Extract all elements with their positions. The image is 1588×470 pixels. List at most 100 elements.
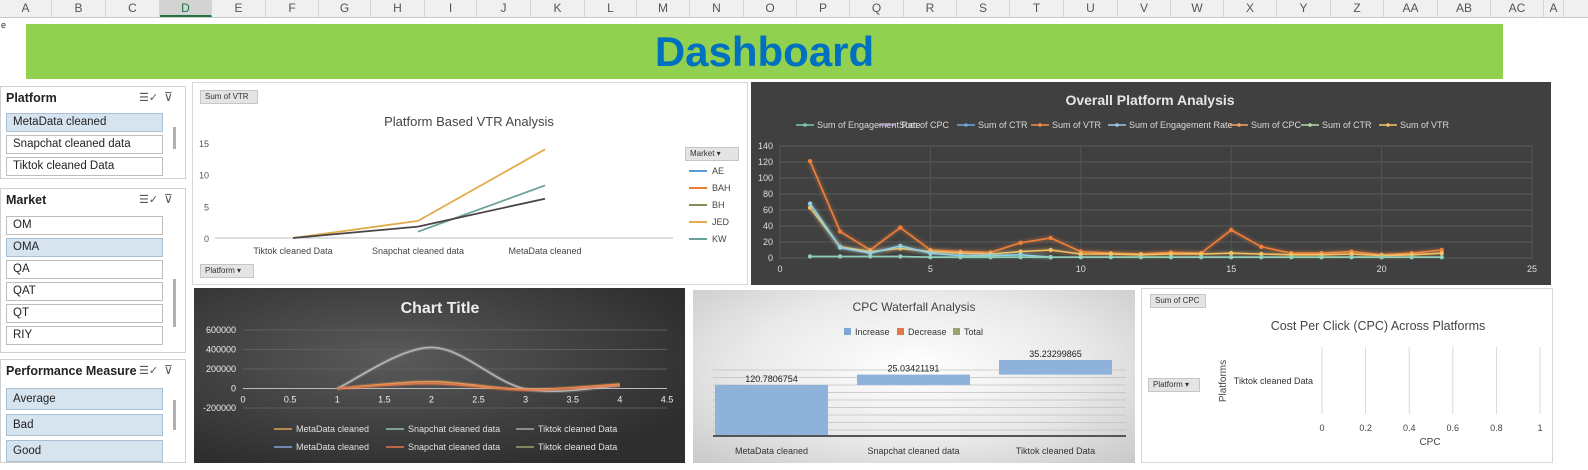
waterfall-chart: CPC Waterfall Analysis Increase Decrease To… xyxy=(713,300,1126,456)
slicer-scrollbar[interactable] xyxy=(173,400,176,430)
legend-label: Sum of VTR xyxy=(1052,120,1102,130)
legend-label: Sum of CTR xyxy=(1322,120,1372,130)
column-header-j[interactable]: J xyxy=(477,0,531,17)
legend-label: Increase xyxy=(855,327,890,337)
series-line xyxy=(810,255,1442,258)
x-tick-label: 3.5 xyxy=(567,395,580,405)
column-header-a[interactable]: A xyxy=(0,0,52,17)
slicer-item[interactable]: MetaData cleaned xyxy=(6,113,163,132)
series-point xyxy=(1259,244,1264,249)
column-header-y[interactable]: Y xyxy=(1277,0,1331,17)
x-tick-label: 20 xyxy=(1377,264,1387,274)
series-point xyxy=(1229,227,1234,233)
column-header-ab[interactable]: AB xyxy=(1438,0,1491,17)
column-header-p[interactable]: P xyxy=(797,0,850,17)
slicer-scrollbar[interactable] xyxy=(173,127,176,149)
column-header-x[interactable]: X xyxy=(1224,0,1277,17)
column-header-v[interactable]: V xyxy=(1118,0,1171,17)
legend-marker xyxy=(1237,123,1241,127)
slicer-item[interactable]: OMA xyxy=(6,238,163,257)
y-tick-label: 0 xyxy=(768,253,773,263)
slicer-item[interactable]: Average xyxy=(6,388,163,410)
slicer-item[interactable]: Good xyxy=(6,440,163,462)
series-point xyxy=(807,201,813,206)
series-line xyxy=(417,184,546,233)
x-tick-label: 2.5 xyxy=(472,395,485,405)
x-tick-label: 2 xyxy=(429,395,434,405)
vtr-chart-panel[interactable]: Sum of VTR Platform ▾ Market ▾ Platform … xyxy=(192,82,748,285)
series-point xyxy=(958,255,963,260)
waterfall-bar xyxy=(715,384,828,435)
column-header-l[interactable]: L xyxy=(585,0,637,17)
column-header-b[interactable]: B xyxy=(52,0,106,17)
column-header-r[interactable]: R xyxy=(904,0,957,17)
slicer-item[interactable]: RIY xyxy=(6,326,163,345)
slicer-item[interactable]: Bad xyxy=(6,414,163,436)
multi-select-icon[interactable]: ☰✓ xyxy=(139,193,158,206)
cpc-platform-panel[interactable]: Sum of CPC Platform ▾ Cost Per Click (CP… xyxy=(1141,288,1553,463)
slicer-item[interactable]: Snapchat cleaned data xyxy=(6,135,163,154)
legend-label: BH xyxy=(712,200,725,210)
column-header-c[interactable]: C xyxy=(106,0,160,17)
x-tick-label: 1 xyxy=(335,395,340,405)
y-tick-label: 200000 xyxy=(206,364,236,374)
series-point xyxy=(807,254,813,259)
series-line xyxy=(292,148,546,239)
column-header-w[interactable]: W xyxy=(1171,0,1224,17)
column-header-m[interactable]: M xyxy=(637,0,690,17)
column-header-i[interactable]: I xyxy=(425,0,477,17)
column-header-a[interactable]: A xyxy=(1544,0,1564,17)
x-tick-label: 4 xyxy=(617,395,622,405)
slicer-scrollbar[interactable] xyxy=(173,279,176,327)
column-header-q[interactable]: Q xyxy=(850,0,904,17)
legend-label: Snapchat cleaned data xyxy=(408,424,500,434)
column-header-k[interactable]: K xyxy=(531,0,585,17)
legend-marker xyxy=(1386,123,1390,127)
column-header-f[interactable]: F xyxy=(266,0,319,17)
column-header-ac[interactable]: AC xyxy=(1491,0,1544,17)
cpc-waterfall-panel[interactable]: CPC Waterfall Analysis Increase Decrease To… xyxy=(693,290,1135,463)
column-header-aa[interactable]: AA xyxy=(1384,0,1438,17)
performance-slicer[interactable]: Performance Measure ☰✓ ⊽ Average Bad Good xyxy=(0,359,186,463)
legend-label: Sum of CTR xyxy=(978,120,1028,130)
column-header-u[interactable]: U xyxy=(1064,0,1118,17)
x-tick-label: 0.2 xyxy=(1359,423,1372,433)
waterfall-bar xyxy=(857,374,970,385)
dashboard-banner: Dashboard xyxy=(26,24,1503,79)
legend-label: Sum of CPC xyxy=(899,120,950,130)
y-tick-label: 40 xyxy=(763,221,773,231)
multi-select-icon[interactable]: ☰✓ xyxy=(139,364,158,377)
slicer-item[interactable]: QT xyxy=(6,304,163,323)
column-header-o[interactable]: O xyxy=(744,0,797,17)
platform-slicer[interactable]: Platform ☰✓ ⊽ MetaData cleaned Snapchat c… xyxy=(0,86,186,179)
x-tick-label: 15 xyxy=(1226,264,1236,274)
overall-analysis-panel[interactable]: Overall Platform Analysis Sum of Engageme… xyxy=(751,82,1551,285)
column-header-h[interactable]: H xyxy=(371,0,425,17)
column-header-d[interactable]: D xyxy=(160,0,212,17)
series-point xyxy=(1379,255,1384,260)
slicer-item[interactable]: QAT xyxy=(6,282,163,301)
series-point xyxy=(1259,255,1264,260)
x-tick-label: 0 xyxy=(240,395,245,405)
column-header-n[interactable]: N xyxy=(690,0,744,17)
y-tick-label: 400000 xyxy=(206,345,236,355)
column-header-s[interactable]: S xyxy=(957,0,1010,17)
column-header-z[interactable]: Z xyxy=(1331,0,1384,17)
clear-filter-icon[interactable]: ⊽ xyxy=(164,90,178,104)
clear-filter-icon[interactable]: ⊽ xyxy=(164,363,178,377)
legend-label: Sum of CPC xyxy=(1251,120,1302,130)
slicer-item[interactable]: QA xyxy=(6,260,163,279)
multi-select-icon[interactable]: ☰✓ xyxy=(139,91,158,104)
market-slicer[interactable]: Market ☰✓ ⊽ OM OMA QA QAT QT RIY xyxy=(0,188,186,353)
chart-title: Cost Per Click (CPC) Across Platforms xyxy=(1271,319,1486,333)
slicer-item[interactable]: OM xyxy=(6,216,163,235)
cell-text-fragment: e xyxy=(1,20,7,30)
column-header-t[interactable]: T xyxy=(1010,0,1064,17)
legend-label: Sum of VTR xyxy=(1400,120,1450,130)
clear-filter-icon[interactable]: ⊽ xyxy=(164,192,178,206)
column-header-g[interactable]: G xyxy=(319,0,371,17)
column-header-e[interactable]: E xyxy=(212,0,266,17)
series-point xyxy=(1108,255,1114,260)
chart-title-panel[interactable]: Chart Title -200000 0 200000 400000 600000 0 0.… xyxy=(194,288,685,463)
slicer-item[interactable]: Tiktok cleaned Data xyxy=(6,157,163,176)
